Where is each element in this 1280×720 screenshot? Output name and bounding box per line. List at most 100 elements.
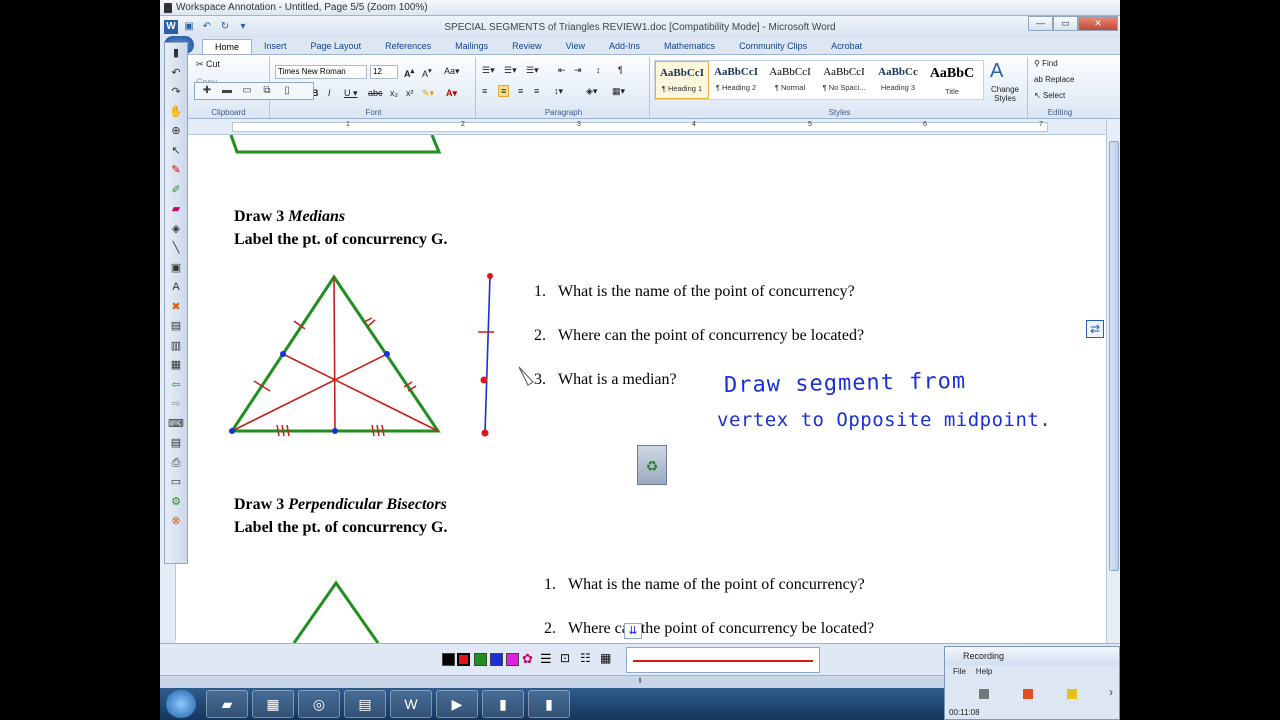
close-button[interactable]: ✕ (1078, 16, 1118, 31)
print-icon[interactable]: ⎙ (166, 454, 186, 472)
increase-indent-icon[interactable]: ⇥ (574, 65, 582, 76)
change-styles-button[interactable]: Change Styles (986, 85, 1024, 103)
borders-icon[interactable]: ▦▾ (612, 86, 625, 97)
new-page-icon[interactable]: ▤ (166, 317, 186, 335)
save-annotation-icon[interactable]: ▤ (166, 434, 186, 452)
highlight-icon[interactable]: ✎▾ (422, 88, 434, 99)
palette-icon[interactable]: ✿ (522, 651, 533, 667)
shading-icon[interactable]: ◈▾ (586, 86, 597, 97)
tab-references[interactable]: References (373, 39, 443, 54)
tab-mailings[interactable]: Mailings (443, 39, 500, 54)
pause-icon[interactable] (1067, 689, 1077, 699)
taskbar-chrome-icon[interactable]: ◎ (298, 690, 340, 718)
next-page-icon[interactable]: ⇨ (166, 395, 186, 413)
line-width-icon[interactable]: ☰ (540, 651, 552, 667)
screenshot-icon[interactable]: ▦ (166, 356, 186, 374)
rectangle-icon[interactable]: ▭ (238, 84, 256, 98)
folder-icon[interactable]: ▭ (166, 473, 186, 491)
align-center-icon[interactable]: ≡ (498, 85, 510, 97)
scrollbar-thumb[interactable] (1109, 141, 1119, 571)
tab-mathematics[interactable]: Mathematics (652, 39, 727, 54)
taskbar-folder-icon[interactable]: ▤ (344, 690, 386, 718)
color-swatch-green[interactable] (474, 653, 487, 666)
page-icon[interactable]: ▯ (278, 84, 296, 98)
minimize-button[interactable]: — (1028, 16, 1053, 31)
line-icon[interactable]: ╲ (166, 239, 186, 257)
start-button[interactable] (166, 690, 196, 718)
grow-font-button[interactable]: A▴ (404, 66, 414, 79)
style-no-spacing[interactable]: AaBbCcI ¶ No Spaci... (817, 61, 871, 99)
tab-home[interactable]: Home (202, 39, 253, 54)
eraser-icon[interactable]: ▰ (166, 200, 186, 218)
horizontal-ruler[interactable]: 1 2 3 4 5 6 7 (188, 119, 1106, 135)
taskbar-word-icon[interactable]: W (390, 690, 432, 718)
recycle-bin-icon[interactable]: ♻ (637, 445, 667, 485)
color-swatch-blue[interactable] (490, 653, 503, 666)
taskbar-annotation-icon[interactable]: ▮ (482, 690, 524, 718)
undo-icon[interactable]: ↶ (200, 20, 214, 34)
pen-icon[interactable]: ✎ (166, 161, 186, 179)
recording-menu-file[interactable]: File (953, 665, 966, 679)
line-style-icon[interactable]: ☷ (580, 651, 591, 665)
keyboard-icon[interactable]: ⌨ (166, 415, 186, 433)
shape-icon[interactable]: ▣ (166, 259, 186, 277)
page-switch-icon[interactable]: ⇄ (1086, 320, 1104, 338)
settings-icon[interactable]: ⚙ (166, 493, 186, 511)
highlighter-icon[interactable]: ✐ (166, 181, 186, 199)
change-styles-icon[interactable]: A (990, 60, 1003, 83)
toolbar-grip-icon[interactable]: ▮ (166, 44, 186, 62)
show-hide-icon[interactable]: ¶ (618, 65, 623, 75)
superscript-button[interactable]: x² (406, 88, 414, 98)
tab-acrobat[interactable]: Acrobat (819, 39, 874, 54)
bullets-icon[interactable]: ☰▾ (482, 65, 495, 76)
replace-button[interactable]: ab Replace (1034, 75, 1074, 84)
document-page[interactable]: Draw 3 Medians Label the pt. of concurre… (176, 135, 1106, 643)
resize-grip-icon[interactable]: ⦀ (638, 678, 641, 685)
font-size-select[interactable]: 12 (370, 65, 398, 79)
tab-community-clips[interactable]: Community Clips (727, 39, 819, 54)
select-button[interactable]: ↖ Select (1034, 91, 1065, 100)
expand-icon[interactable]: › (1109, 685, 1113, 699)
record-icon[interactable] (1023, 689, 1033, 699)
plus-icon[interactable]: ✚ (198, 84, 216, 98)
taskbar-media-icon[interactable]: ▶ (436, 690, 478, 718)
tab-view[interactable]: View (554, 39, 597, 54)
tab-insert[interactable]: Insert (252, 39, 299, 54)
decrease-indent-icon[interactable]: ⇤ (558, 65, 566, 76)
customize-qat-icon[interactable]: ▾ (236, 20, 250, 34)
vertical-scrollbar[interactable] (1106, 119, 1120, 643)
color-swatch-magenta[interactable] (506, 653, 519, 666)
change-case-button[interactable]: Aa▾ (444, 66, 460, 77)
previous-page-icon[interactable]: ⇦ (166, 376, 186, 394)
find-button[interactable]: ⚲ Find (1034, 59, 1058, 68)
align-right-icon[interactable]: ≡ (518, 86, 523, 96)
italic-button[interactable]: I (328, 88, 331, 98)
text-icon[interactable]: A (166, 278, 186, 296)
tab-page-layout[interactable]: Page Layout (299, 39, 374, 54)
style-heading-2[interactable]: AaBbCcI ¶ Heading 2 (709, 61, 763, 99)
color-swatch-black[interactable] (442, 653, 455, 666)
style-normal[interactable]: AaBbCcI ¶ Normal (763, 61, 817, 99)
cut-button[interactable]: ✂ Cut (196, 59, 220, 70)
font-color-button[interactable]: A▾ (446, 88, 457, 99)
font-name-select[interactable]: Times New Roman (275, 65, 367, 79)
minus-icon[interactable]: ▬ (218, 84, 236, 98)
style-heading-1[interactable]: AaBbCcI ¶ Heading 1 (655, 61, 709, 99)
exit-icon[interactable]: ⊗ (166, 512, 186, 530)
align-left-icon[interactable]: ≡ (482, 86, 487, 96)
strikethrough-button[interactable]: abc (368, 88, 383, 98)
taskbar-explorer-icon[interactable]: ▰ (206, 690, 248, 718)
line-spacing-icon[interactable]: ↕▾ (554, 86, 563, 97)
color-swatch-red[interactable] (457, 653, 470, 666)
fill-icon[interactable]: ◈ (166, 220, 186, 238)
tab-review[interactable]: Review (500, 39, 554, 54)
undo-annotation-icon[interactable]: ↶ (166, 64, 186, 82)
justify-icon[interactable]: ≡ (534, 86, 539, 96)
delete-icon[interactable]: ✖ (166, 298, 186, 316)
sort-icon[interactable]: ↕ (596, 65, 601, 75)
recording-menu-help[interactable]: Help (976, 665, 992, 679)
stop-icon[interactable] (979, 689, 989, 699)
zoom-icon[interactable]: ⊕ (166, 122, 186, 140)
tab-add-ins[interactable]: Add-Ins (597, 39, 652, 54)
pages-icon[interactable]: ⧉ (258, 84, 276, 98)
